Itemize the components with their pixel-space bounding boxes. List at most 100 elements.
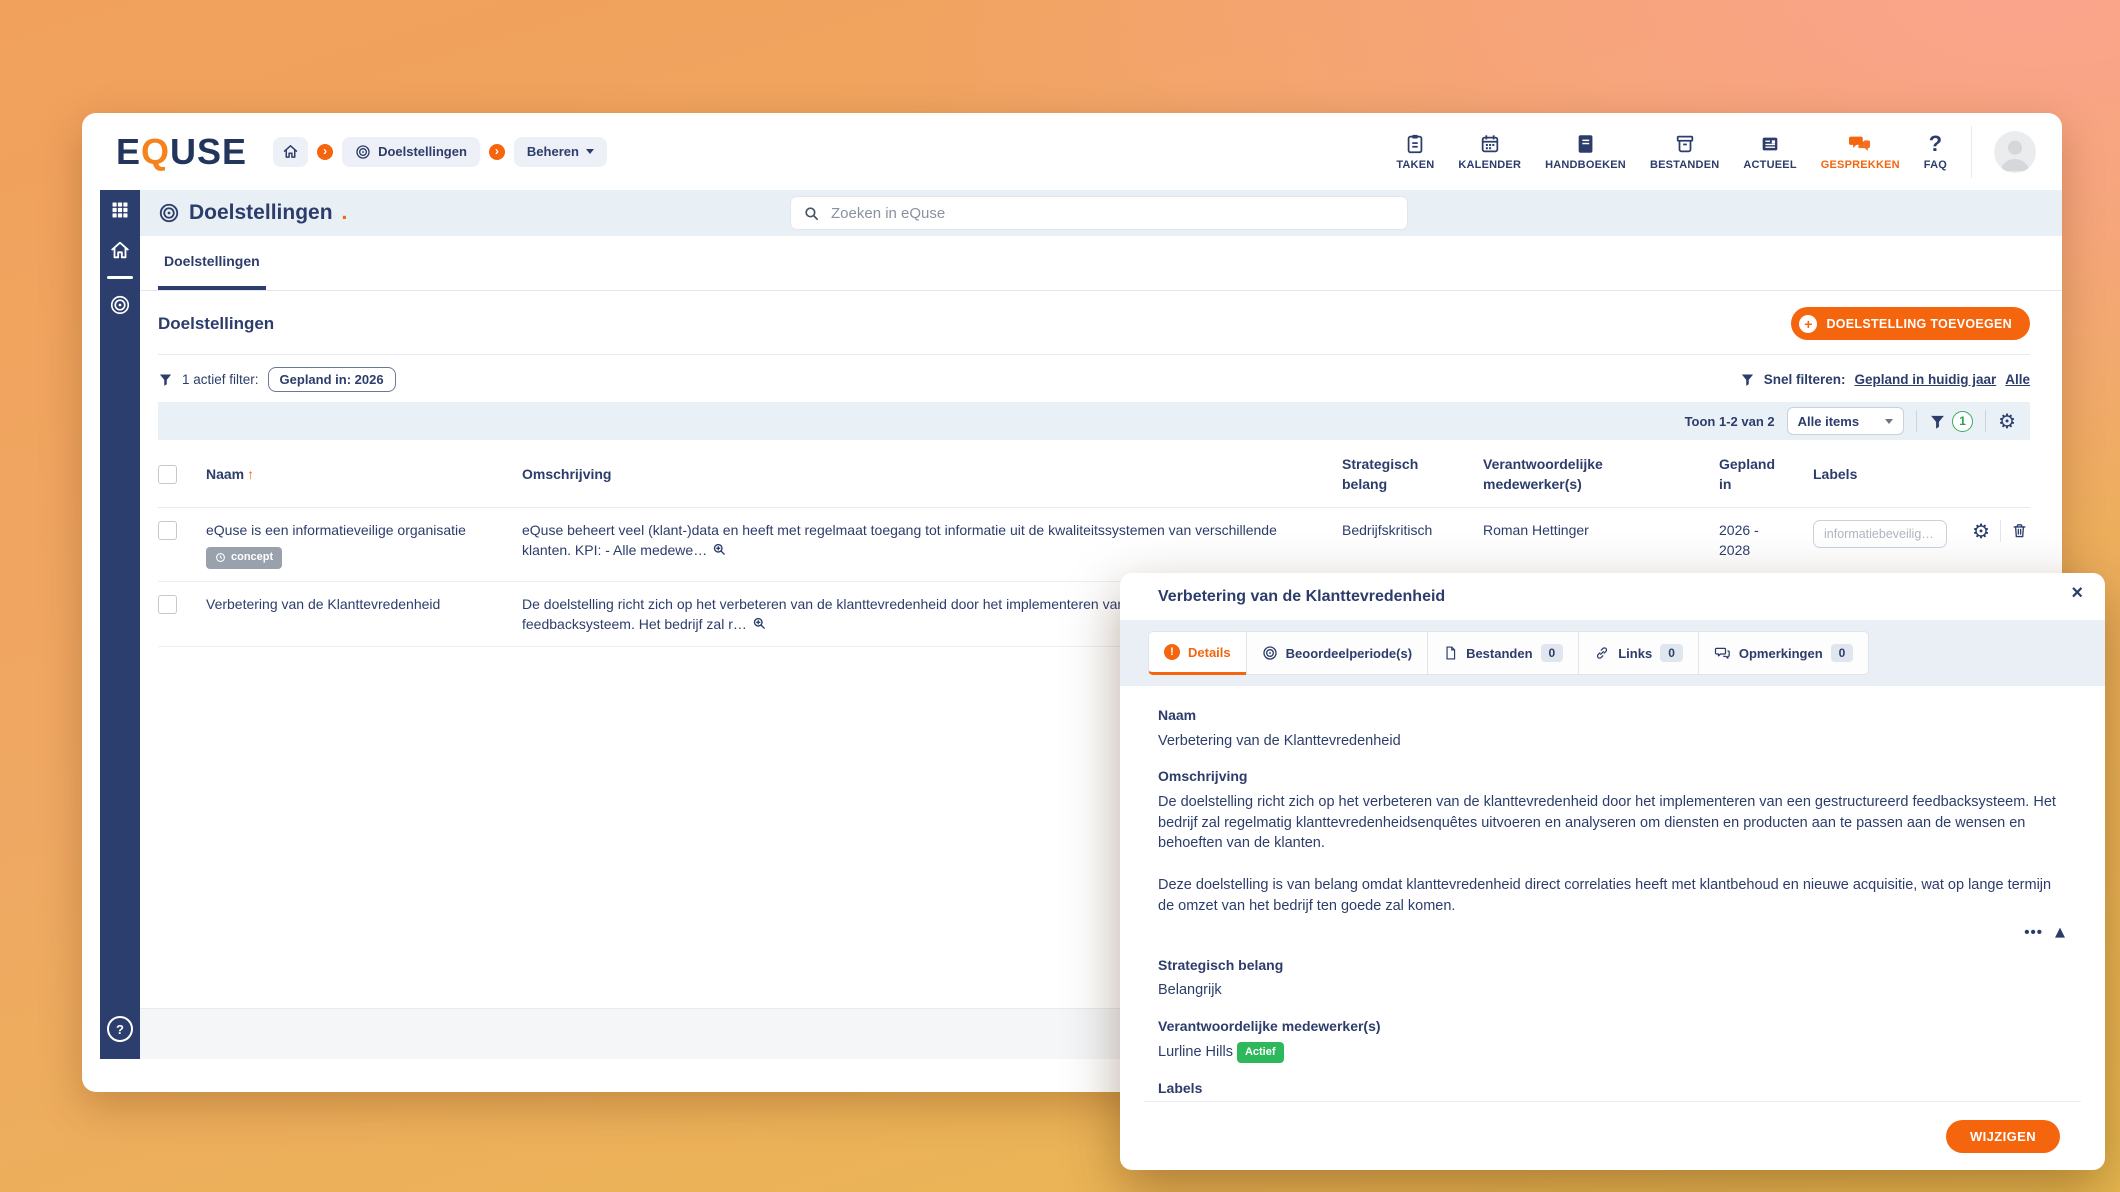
section-heading: Doelstellingen — [158, 313, 275, 333]
quick-filter-gepland-huidig-jaar[interactable]: Gepland in huidig jaar — [1854, 372, 1996, 387]
page-title-text: Doelstellingen — [189, 201, 333, 224]
column-header-omschrijving[interactable]: Omschrijving — [522, 464, 1342, 484]
table-settings-button gear-icon[interactable]: ⚙ — [1998, 411, 2016, 431]
modal-tab-opmerkingen[interactable]: Opmerkingen 0 — [1697, 631, 1870, 675]
tab-doelstellingen[interactable]: Doelstellingen — [158, 236, 266, 290]
quick-filters: Snel filteren: Gepland in huidig jaar Al… — [1740, 372, 2030, 387]
field-value-strategisch-belang: Belangrijk — [1158, 982, 1222, 999]
column-header-gepland-in[interactable]: Gepland in — [1719, 454, 1813, 495]
column-header-strategisch-belang[interactable]: Strategisch belang — [1342, 454, 1483, 495]
table-toolbar: Toon 1-2 van 2 Alle items 1 ⚙ — [158, 402, 2030, 440]
column-header-naam[interactable]: Naam ↑ — [206, 464, 522, 484]
filter-row: 1 actief filter: Gepland in: 2026 Snel f… — [158, 367, 2030, 392]
edit-button[interactable]: WIJZIGEN — [1945, 1119, 2060, 1153]
logo-text: USE — [170, 130, 248, 172]
page-size-select[interactable]: Alle items — [1786, 407, 1905, 435]
modal-tab-links[interactable]: Links 0 — [1578, 631, 1699, 675]
table-row[interactable]: eQuse is een informatieveilige organisat… — [158, 508, 2030, 582]
collapse-button triangle-up-icon[interactable]: ▲ — [2055, 924, 2065, 942]
concept-status-icon — [215, 552, 226, 563]
calendar-icon — [1479, 132, 1501, 156]
desktop-background: EQUSE › Doelstellingen › Beheren TAKEN K… — [0, 0, 2120, 1192]
add-doelstelling-button[interactable]: + DOELSTELLING TOEVOEGEN — [1791, 307, 2030, 340]
bullseye-icon — [109, 294, 131, 316]
breadcrumb-chevron-icon: › — [317, 143, 334, 160]
label-chip: informatiebeveiliging — [1813, 519, 1947, 548]
labels-cell: informatiebeveiliging — [1813, 519, 1947, 553]
divider — [2000, 519, 2001, 542]
row-name: eQuse is een informatieveilige organisat… — [206, 521, 466, 538]
page-title-dot: . — [341, 201, 348, 224]
modal-tab-label: Bestanden — [1466, 645, 1533, 661]
modal-tab-beoordeelperiodes[interactable]: Beoordeelperiode(s) — [1245, 631, 1429, 675]
row-checkbox[interactable] — [158, 520, 177, 540]
row-checkbox[interactable] — [158, 594, 177, 614]
nav-kalender[interactable]: KALENDER — [1458, 132, 1521, 171]
active-filter-chip[interactable]: Gepland in: 2026 — [267, 367, 396, 392]
column-header-labels[interactable]: Labels — [1813, 464, 1944, 484]
column-header-medewerkers[interactable]: Verantwoordelijke medewerker(s) — [1483, 454, 1719, 495]
field-value-medewerkers: Lurline Hills Actief — [1158, 1041, 2067, 1064]
gepland-cell: 2026 - 2028 — [1719, 521, 1759, 558]
breadcrumb-home[interactable] — [273, 136, 309, 167]
row-select-cell — [158, 520, 206, 540]
app-logo[interactable]: EQUSE — [116, 131, 247, 173]
nav-handboeken[interactable]: HANDBOEKEN — [1545, 132, 1626, 171]
breadcrumb-item-doelstellingen[interactable]: Doelstellingen — [342, 136, 480, 167]
avatar[interactable] — [1994, 130, 2036, 173]
quick-filter-alle[interactable]: Alle — [2005, 372, 2030, 387]
status-badge: concept — [206, 546, 283, 569]
row-settings-button gear-icon[interactable]: ⚙ — [1972, 521, 1990, 541]
quick-filter-label: Snel filteren: — [1763, 372, 1846, 387]
medewerker-name: Lurline Hills — [1158, 1044, 1233, 1061]
field-label-labels: Labels — [1158, 1080, 1203, 1097]
modal-header: Verbetering van de Klanttevredenheid × — [1120, 573, 2105, 620]
column-label: Gepland in — [1719, 456, 1776, 493]
sidebar-apps-grid[interactable] — [100, 190, 140, 230]
zoom-in-icon[interactable] — [752, 616, 767, 631]
breadcrumb-menu-beheren[interactable]: Beheren — [513, 136, 607, 167]
modal-tab-bar: ! Details Beoordeelperiode(s) Bestanden … — [1120, 620, 2105, 686]
app-header: EQUSE › Doelstellingen › Beheren TAKEN K… — [82, 113, 2062, 190]
tab-label: Doelstellingen — [164, 253, 260, 269]
tab-bar: Doelstellingen — [140, 236, 2062, 291]
select-all-checkbox[interactable] — [158, 465, 177, 485]
delete-button trash-icon[interactable] — [2011, 522, 2028, 539]
nav-gesprekken[interactable]: GESPREKKEN — [1821, 132, 1900, 171]
sidebar-help[interactable]: ? — [100, 1009, 140, 1049]
close-button close-icon[interactable]: × — [2071, 583, 2083, 603]
active-filter-label: 1 actief filter: — [182, 372, 259, 387]
sidebar: ? — [100, 190, 140, 1059]
nav-bestanden[interactable]: BESTANDEN — [1650, 132, 1719, 171]
column-label: Labels — [1813, 466, 1858, 483]
chevron-down-icon — [1885, 418, 1894, 424]
plus-icon: + — [1799, 314, 1818, 333]
more-options-button ellipsis-icon[interactable]: ••• — [2024, 922, 2043, 943]
nav-label: ACTUEEL — [1743, 159, 1797, 171]
row-actions: ⚙ — [1944, 519, 2030, 542]
nav-taken[interactable]: TAKEN — [1396, 132, 1434, 171]
home-icon — [109, 239, 131, 261]
column-label: Verantwoordelijke medewerker(s) — [1483, 456, 1603, 493]
breadcrumb-label: Doelstellingen — [378, 144, 467, 159]
nav-label: FAQ — [1923, 159, 1947, 171]
zoom-in-icon[interactable] — [712, 542, 727, 557]
sidebar-item-doelstellingen[interactable] — [100, 285, 140, 325]
modal-body: Naam Verbetering van de Klanttevredenhei… — [1120, 686, 2105, 1139]
page-size-value: Alle items — [1797, 413, 1860, 429]
nav-actueel[interactable]: ACTUEEL — [1743, 132, 1797, 171]
modal-tab-bestanden[interactable]: Bestanden 0 — [1427, 631, 1580, 675]
newspaper-icon — [1759, 132, 1781, 156]
sidebar-home[interactable] — [100, 230, 140, 270]
name-cell: Verbetering van de Klanttevredenheid — [206, 594, 522, 614]
omschrijving-paragraph: Deze doelstelling is van belang omdat kl… — [1158, 877, 2052, 914]
logo-text: E — [116, 130, 142, 172]
nav-faq[interactable]: ? FAQ — [1923, 132, 1947, 172]
filter-settings-button[interactable]: 1 — [1929, 410, 1974, 432]
help-icon: ? — [107, 1016, 133, 1042]
nav-label: GESPREKKEN — [1820, 159, 1900, 171]
breadcrumb-label: Beheren — [526, 144, 579, 159]
tab-count-badge: 0 — [1830, 644, 1854, 662]
modal-tab-details[interactable]: ! Details — [1148, 631, 1247, 675]
search-input[interactable] — [829, 203, 1395, 223]
